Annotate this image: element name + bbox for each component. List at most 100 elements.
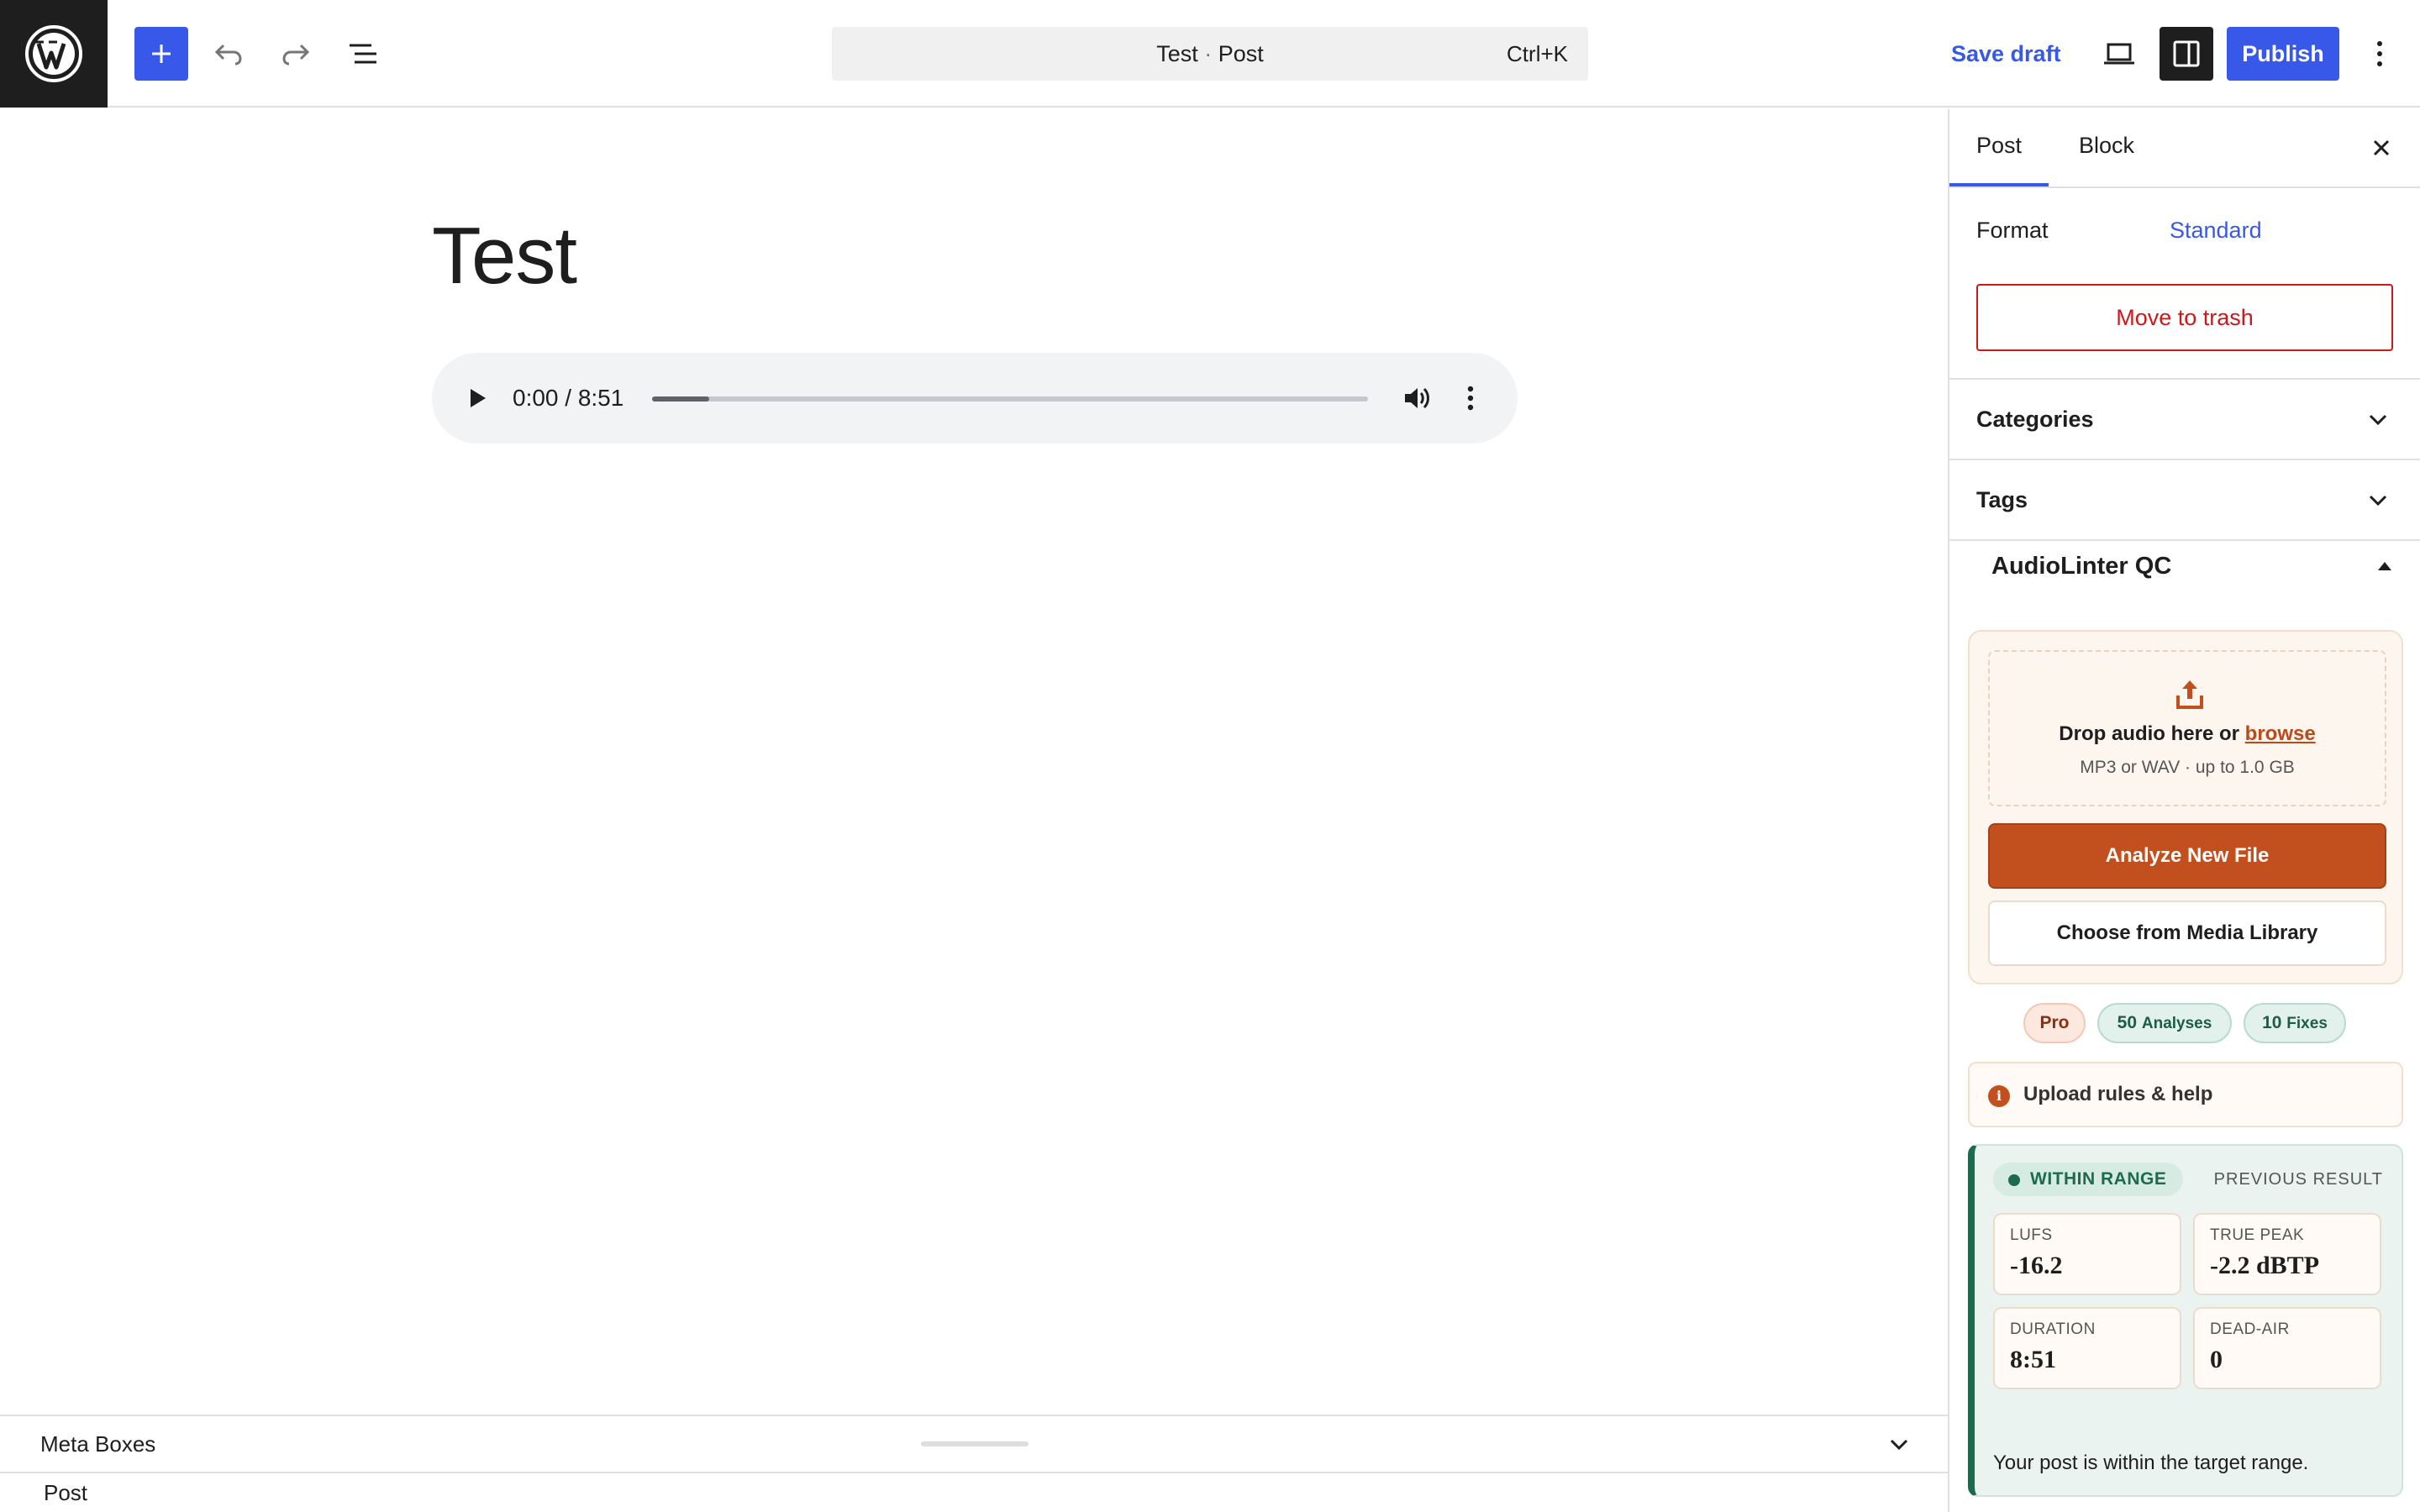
status-badge-label: WITHIN RANGE	[2030, 1169, 2167, 1189]
command-palette-bar[interactable]: Test · Post Ctrl+K	[832, 27, 1588, 81]
analyze-new-file-button[interactable]: Analyze New File	[1988, 823, 2386, 889]
more-vertical-icon	[1467, 386, 1474, 411]
plan-badge: Pro	[2023, 1003, 2086, 1043]
document-title-text: Test	[1156, 41, 1198, 66]
analyses-badge: 50 Analyses	[2097, 1003, 2232, 1043]
upload-rules-help-toggle[interactable]: i Upload rules & help	[1968, 1062, 2403, 1127]
metric-value: 0	[2210, 1346, 2223, 1373]
audio-block-player[interactable]: 0:00 / 8:51	[432, 353, 1518, 444]
fixes-badge: 10 Fixes	[2244, 1003, 2346, 1043]
metric-value: 8:51	[2010, 1346, 2056, 1373]
options-menu-button[interactable]	[2353, 27, 2407, 81]
audio-play-button[interactable]	[457, 378, 497, 418]
settings-sidebar-toggle[interactable]	[2160, 27, 2213, 81]
metric-dead-air: DEAD-AIR 0	[2193, 1307, 2381, 1389]
audio-more-options-button[interactable]	[1450, 378, 1491, 418]
play-icon	[471, 389, 486, 407]
volume-icon	[1405, 387, 1429, 409]
chevron-down-icon	[2369, 414, 2387, 426]
editor-canvas: Test 0:00 / 8:51	[0, 109, 1948, 1415]
wordpress-logo-button[interactable]	[0, 0, 108, 108]
post-format-toggle[interactable]: Standard	[2170, 213, 2262, 247]
meta-boxes-bar[interactable]: Meta Boxes	[0, 1415, 1948, 1472]
status-badge: WITHIN RANGE	[1993, 1163, 2183, 1196]
plan-badges: Pro 50 Analyses 10 Fixes	[1949, 1003, 2420, 1043]
document-overview-button[interactable]	[336, 27, 390, 81]
undo-icon	[214, 44, 242, 66]
audiolinter-upload-card: Drop audio here or browse MP3 or WAV · u…	[1968, 630, 2403, 984]
plus-icon	[152, 45, 171, 63]
status-dot-icon	[2008, 1174, 2020, 1186]
audiolinter-collapse-toggle[interactable]	[2373, 554, 2396, 578]
upload-icon	[2173, 677, 2207, 711]
breadcrumb-post[interactable]: Post	[44, 1473, 87, 1512]
close-sidebar-button[interactable]	[2365, 131, 2398, 165]
chevron-down-icon	[1890, 1439, 1908, 1451]
audio-progress-slider[interactable]	[652, 396, 1368, 402]
choose-from-media-library-button[interactable]: Choose from Media Library	[1988, 900, 2386, 966]
sidebar-tabs: Post Block	[1949, 109, 2420, 188]
undo-button[interactable]	[202, 27, 255, 81]
categories-panel-title: Categories	[1976, 407, 2094, 432]
metric-value: -2.2 dBTP	[2210, 1252, 2320, 1279]
drop-zone-label: Drop audio here or	[2059, 722, 2239, 745]
post-format-label: Format	[1976, 218, 2049, 243]
editor-header: Test · Post Ctrl+K Save draft Publish	[0, 0, 2420, 108]
analyses-unit: Analyses	[2141, 1015, 2212, 1032]
tags-chevron	[2363, 486, 2393, 516]
block-breadcrumb-bar: Post	[0, 1472, 1948, 1512]
meta-boxes-label: Meta Boxes	[40, 1431, 156, 1457]
tags-panel-toggle[interactable]: Tags	[1949, 460, 2420, 539]
drop-zone-text: Drop audio here or browse	[1990, 722, 2385, 746]
categories-panel-toggle[interactable]: Categories	[1949, 380, 2420, 459]
audiolinter-panel-title[interactable]: AudioLinter QC	[1991, 549, 2171, 583]
metric-label: TRUE PEAK	[2210, 1226, 2305, 1244]
metric-duration: DURATION 8:51	[1993, 1307, 2181, 1389]
add-block-button[interactable]	[134, 27, 188, 81]
result-message: Your post is within the target range.	[1993, 1452, 2309, 1474]
publish-button[interactable]: Publish	[2227, 27, 2339, 81]
title-separator: ·	[1197, 41, 1218, 66]
fixes-count: 10	[2262, 1013, 2282, 1032]
analysis-result-card: WITHIN RANGE PREVIOUS RESULT LUFS -16.2 …	[1968, 1144, 2403, 1497]
preview-button[interactable]	[2092, 27, 2146, 81]
list-view-icon	[350, 44, 376, 64]
analyses-count: 50	[2117, 1013, 2138, 1032]
document-type: Post	[1218, 41, 1264, 66]
close-icon	[2373, 139, 2390, 156]
command-shortcut: Ctrl+K	[1507, 41, 1568, 66]
wordpress-icon	[25, 25, 82, 82]
meta-boxes-resize-handle[interactable]	[921, 1441, 1028, 1446]
chevron-down-icon	[2369, 495, 2387, 507]
metric-true-peak: TRUE PEAK -2.2 dBTP	[2193, 1213, 2381, 1295]
laptop-icon	[2104, 43, 2134, 65]
metric-label: DURATION	[2010, 1320, 2096, 1338]
tags-panel-title: Tags	[1976, 487, 2028, 512]
audio-volume-button[interactable]	[1397, 378, 1437, 418]
upload-rules-help-label: Upload rules & help	[2023, 1083, 2213, 1105]
metric-label: LUFS	[2010, 1226, 2053, 1244]
redo-button[interactable]	[269, 27, 323, 81]
metric-value: -16.2	[2010, 1252, 2063, 1279]
post-title[interactable]: Test	[432, 210, 577, 302]
move-to-trash-button[interactable]: Move to trash	[1976, 284, 2393, 351]
metric-lufs: LUFS -16.2	[1993, 1213, 2181, 1295]
previous-result-label: PREVIOUS RESULT	[2213, 1170, 2383, 1189]
audio-time-display: 0:00 / 8:51	[513, 385, 624, 411]
tab-block[interactable]: Block	[2052, 109, 2161, 186]
browse-link[interactable]: browse	[2245, 722, 2316, 745]
fixes-unit: Fixes	[2286, 1015, 2328, 1032]
caret-up-icon	[2378, 562, 2391, 570]
save-draft-button[interactable]: Save draft	[1941, 27, 2071, 81]
info-icon: i	[1988, 1085, 2010, 1107]
settings-sidebar: Post Block Format Standard Move to trash…	[1948, 109, 2420, 1512]
sidebar-divider	[1949, 539, 2420, 541]
tab-post[interactable]: Post	[1949, 109, 2049, 186]
document-title: Test · Post	[832, 27, 1588, 81]
more-vertical-icon	[2377, 41, 2382, 66]
meta-boxes-toggle[interactable]	[1884, 1430, 1914, 1460]
upload-icon-svg	[2176, 680, 2203, 709]
post-format-row: Format Standard	[1976, 213, 2396, 247]
audio-drop-zone[interactable]: Drop audio here or browse MP3 or WAV · u…	[1988, 650, 2386, 806]
categories-chevron	[2363, 405, 2393, 435]
